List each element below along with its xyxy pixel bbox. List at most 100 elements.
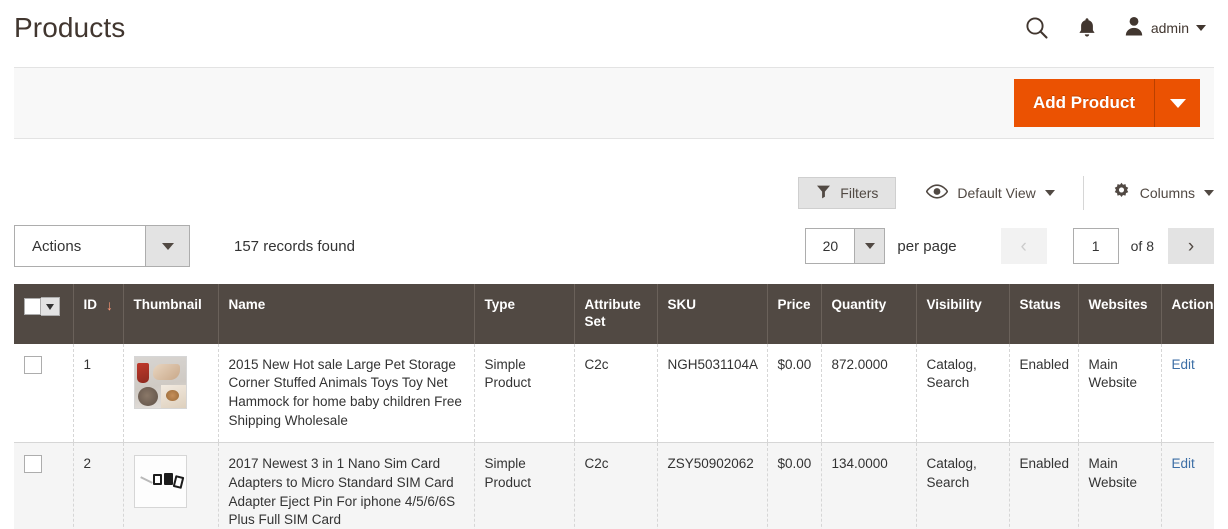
gear-icon	[1112, 182, 1131, 204]
actions-dropdown[interactable]: Actions	[14, 225, 190, 267]
default-view-label: Default View	[957, 185, 1036, 201]
funnel-icon	[816, 184, 831, 202]
cell-type: Simple Product	[474, 442, 575, 529]
page-total-label: of 8	[1130, 238, 1154, 254]
cell-id: 2	[73, 442, 124, 529]
chevron-down-icon	[1169, 98, 1186, 108]
cell-visibility: Catalog, Search	[916, 442, 1010, 529]
grid-left-tools: Actions 157 records found	[14, 225, 355, 267]
cell-status: Enabled	[1009, 343, 1079, 444]
chevron-down-icon	[1044, 190, 1055, 196]
column-header-checkbox	[14, 284, 74, 344]
row-checkbox-cell	[14, 442, 74, 529]
cell-name: 2015 New Hot sale Large Pet Storage Corn…	[218, 343, 475, 444]
page-header: Products admin	[0, 0, 1228, 56]
cell-action: Edit	[1161, 442, 1214, 529]
toolbar-divider	[1082, 176, 1084, 210]
chevron-right-icon: ›	[1187, 235, 1195, 257]
cell-attribute-set: C2c	[574, 442, 658, 529]
sort-descending-icon: ↓	[106, 297, 113, 313]
admin-label: admin	[1150, 20, 1189, 36]
cell-action: Edit	[1161, 343, 1214, 444]
user-avatar-icon	[1124, 15, 1144, 42]
add-product-split-button[interactable]: Add Product	[1014, 79, 1200, 127]
cell-id: 1	[73, 343, 124, 444]
chevron-down-icon	[1204, 190, 1214, 196]
eye-icon	[926, 184, 949, 202]
admin-menu[interactable]: admin	[1124, 15, 1206, 42]
actions-label: Actions	[32, 237, 82, 255]
cell-quantity: 872.0000	[821, 343, 917, 444]
column-header-name[interactable]: Name	[218, 284, 475, 344]
row-checkbox[interactable]	[24, 455, 42, 474]
grid-toolbar-actions-pagination: Actions 157 records found 20 per page ‹ …	[14, 224, 1214, 268]
page-actions-bar: Add Product	[14, 67, 1214, 139]
cell-sku: NGH5031104A	[657, 343, 768, 444]
cell-websites: Main Website	[1078, 343, 1162, 444]
select-all-control[interactable]	[24, 297, 64, 316]
checkbox-dropdown-icon[interactable]	[41, 297, 60, 316]
previous-page-button[interactable]: ‹	[1000, 228, 1047, 264]
row-checkbox[interactable]	[24, 355, 42, 374]
product-thumbnail-image	[133, 455, 187, 509]
per-page-value: 20	[822, 238, 839, 254]
cell-attribute-set: C2c	[574, 343, 658, 444]
table-row[interactable]: 1 2015 New Hot sale Large Pet Storage Co…	[14, 343, 1214, 444]
cell-name: 2017 Newest 3 in 1 Nano Sim Card Adapter…	[218, 442, 475, 529]
products-data-grid: ID ↓ Thumbnail Name Type Attribute Set S…	[14, 284, 1214, 529]
column-header-thumbnail[interactable]: Thumbnail	[123, 284, 219, 344]
cell-price: $0.00	[767, 442, 822, 529]
per-page-dropdown[interactable]: 20	[805, 228, 886, 264]
actions-dropdown-toggle[interactable]	[145, 226, 189, 266]
next-page-button[interactable]: ›	[1168, 228, 1214, 264]
cell-type: Simple Product	[474, 343, 575, 444]
cell-sku: ZSY50902062	[657, 442, 768, 529]
column-header-id-label: ID	[83, 297, 98, 313]
search-icon[interactable]	[1024, 15, 1050, 41]
columns-control[interactable]: Columns	[1112, 177, 1214, 209]
default-view-control[interactable]: Default View	[926, 177, 1082, 209]
select-all-checkbox[interactable]	[24, 298, 41, 315]
column-header-action: Action	[1161, 284, 1214, 344]
chevron-left-icon: ‹	[1020, 235, 1027, 257]
column-header-id[interactable]: ID ↓	[73, 284, 124, 344]
records-found-label: 157 records found	[234, 237, 355, 255]
cell-status: Enabled	[1009, 442, 1079, 529]
per-page-dropdown-toggle[interactable]	[854, 229, 885, 263]
edit-link[interactable]: Edit	[1172, 357, 1195, 372]
column-header-price[interactable]: Price	[767, 284, 822, 344]
column-header-type[interactable]: Type	[474, 284, 575, 344]
page-title: Products	[14, 12, 126, 43]
cell-thumbnail	[123, 442, 219, 529]
column-header-sku[interactable]: SKU	[657, 284, 768, 344]
table-row[interactable]: 2 2017 Newest 3 in 1 Nano Sim Card Adapt…	[14, 442, 1214, 529]
filters-button[interactable]: Filters	[798, 177, 897, 209]
column-header-attribute-set[interactable]: Attribute Set	[574, 284, 658, 344]
column-header-status[interactable]: Status	[1009, 284, 1079, 344]
grid-toolbar-view-controls: Filters Default View Columns	[14, 170, 1214, 216]
cell-thumbnail	[123, 343, 219, 444]
page-number-input[interactable]: 1	[1072, 228, 1119, 264]
cell-price: $0.00	[767, 343, 822, 444]
cell-websites: Main Website	[1078, 442, 1162, 529]
filters-label: Filters	[840, 185, 879, 201]
column-header-visibility[interactable]: Visibility	[916, 284, 1010, 344]
chevron-down-icon	[1196, 25, 1206, 31]
cell-visibility: Catalog, Search	[916, 343, 1010, 444]
chevron-down-icon	[864, 243, 875, 249]
add-product-dropdown-toggle[interactable]	[1154, 79, 1200, 127]
table-header-row: ID ↓ Thumbnail Name Type Attribute Set S…	[14, 284, 1214, 344]
edit-link[interactable]: Edit	[1172, 456, 1195, 471]
product-thumbnail-image	[133, 355, 187, 409]
grid-pagination: 20 per page ‹ 1 of 8 ›	[805, 228, 1214, 264]
column-header-websites[interactable]: Websites	[1078, 284, 1162, 344]
header-tools: admin	[1024, 15, 1214, 42]
bell-icon[interactable]	[1076, 16, 1098, 40]
add-product-button[interactable]: Add Product	[1014, 79, 1154, 127]
row-checkbox-cell	[14, 343, 74, 444]
chevron-down-icon	[161, 242, 174, 250]
per-page-label: per page	[897, 237, 957, 255]
column-header-quantity[interactable]: Quantity	[821, 284, 917, 344]
cell-quantity: 134.0000	[821, 442, 917, 529]
products-grid-page: Products admin Add Product Filters Defau…	[0, 0, 1228, 529]
